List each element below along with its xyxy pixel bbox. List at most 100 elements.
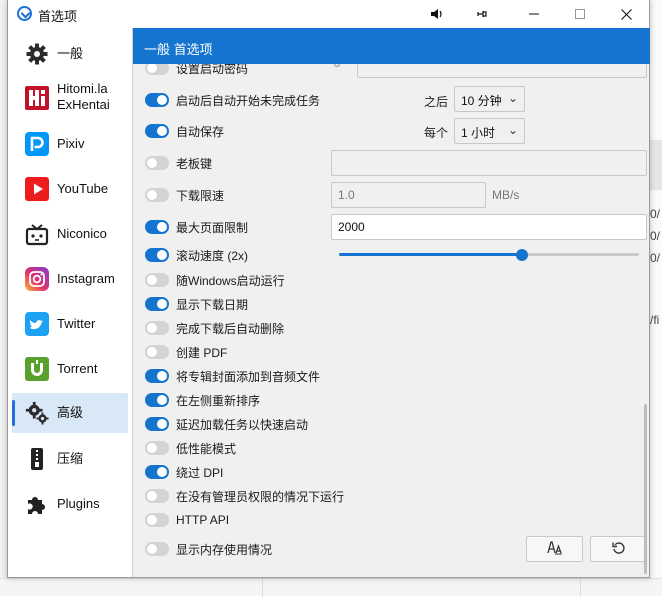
gear-icon [25, 42, 49, 66]
background-text: 0/ [650, 229, 661, 243]
setting-row-boss-key: 老板键 [145, 152, 212, 174]
background-panel [648, 0, 662, 596]
max-page-field[interactable]: 2000 [331, 214, 647, 240]
delay-load-toggle[interactable] [145, 417, 169, 431]
windows-start-toggle[interactable] [145, 273, 169, 287]
chevron-down-icon: ⌄ [507, 123, 518, 137]
left-sort-toggle[interactable] [145, 393, 169, 407]
sidebar-item-youtube[interactable]: YouTube [12, 169, 128, 209]
create-pdf-toggle[interactable] [145, 345, 169, 359]
sidebar-item-pixiv[interactable]: Pixiv [12, 124, 128, 164]
setting-label: 在没有管理员权限的情况下运行 [176, 489, 345, 504]
setting-label: 随Windows启动运行 [176, 273, 285, 288]
setting-label: 显示内存使用情况 [176, 542, 273, 557]
http-api-toggle[interactable] [145, 513, 169, 527]
setting-row-create-pdf: 创建 PDF [145, 341, 227, 363]
bypass-dpi-toggle[interactable] [145, 465, 169, 479]
chevron-down-icon: ⌄ [507, 91, 518, 105]
setting-row-left-sort: 在左侧重新排序 [145, 389, 260, 411]
setting-row-show-memory: 显示内存使用情况 [145, 538, 272, 560]
sidebar-item-label: Torrent [57, 361, 98, 376]
auto-start-toggle[interactable] [145, 93, 169, 107]
setting-label: 滚动速度 (2x) [176, 248, 249, 263]
after-label: 之后 [424, 95, 449, 109]
show-memory-toggle[interactable] [145, 542, 169, 556]
password-field[interactable] [357, 64, 647, 78]
sidebar-item-general[interactable]: 一般 [12, 34, 128, 74]
boss-key-toggle[interactable] [145, 156, 169, 170]
boss-key-field[interactable] [331, 150, 647, 176]
scroll-speed-slider-fill [339, 253, 522, 256]
sidebar-item-label: Hitomi.la ExHentai [57, 81, 110, 112]
speed-limit-field[interactable]: 1.0 [331, 182, 486, 208]
after-select[interactable]: 10 分钟 ⌄ [454, 86, 525, 112]
font-icon [546, 540, 563, 558]
minimize-icon[interactable] [511, 0, 557, 28]
speed-limit-toggle[interactable] [145, 188, 169, 202]
puzzle-icon [25, 492, 49, 516]
setting-label: 启动后自动开始未完成任务 [176, 93, 321, 108]
setting-label: 绕过 DPI [176, 465, 224, 480]
advanced-gear-icon [25, 401, 49, 425]
sidebar-item-plugins[interactable]: Plugins [12, 484, 128, 524]
setting-row-bypass-dpi: 绕过 DPI [145, 461, 223, 483]
app-logo-icon [17, 6, 32, 21]
scrollbar[interactable] [644, 404, 647, 574]
auto-save-toggle[interactable] [145, 124, 169, 138]
auto-delete-toggle[interactable] [145, 321, 169, 335]
setting-label: 创建 PDF [176, 345, 228, 360]
max-page-toggle[interactable] [145, 220, 169, 234]
setting-row-speed-limit: 下载限速 [145, 184, 224, 206]
maximize-icon[interactable] [557, 0, 603, 28]
eye-off-icon[interactable] [329, 64, 345, 72]
reset-button[interactable] [590, 536, 647, 562]
scroll-speed-slider-thumb[interactable] [516, 249, 528, 261]
no-admin-toggle[interactable] [145, 489, 169, 503]
settings-scroll-area[interactable]: 设置启动密码 启动后自动开始未完成任务 之后 10 分钟 ⌄ 自动保存 每个 1… [133, 64, 650, 577]
active-indicator [12, 400, 15, 426]
page-title: 一般 首选项 [133, 28, 650, 64]
setting-row-delay-load: 延迟加载任务以快速启动 [145, 413, 308, 435]
zip-icon [25, 447, 49, 471]
sidebar-item-label: Pixiv [57, 136, 85, 151]
speaker-icon[interactable] [413, 0, 459, 28]
settings-panel: 一般 首选项 设置启动密码 启动后自动开始未完成任务 之后 10 分钟 ⌄ 自动… [132, 28, 650, 577]
scroll-speed-toggle[interactable] [145, 248, 169, 262]
torrent-icon [25, 357, 49, 381]
setting-row-auto-delete: 完成下载后自动删除 [145, 317, 284, 339]
setting-label: 设置启动密码 [176, 64, 249, 76]
after-select-value: 10 分钟 [461, 94, 502, 108]
hitomi-icon [25, 86, 49, 110]
preferences-window: 首选项 一般 Hitomi.la ExHentai Pixiv YouTube … [7, 0, 650, 578]
show-date-toggle[interactable] [145, 297, 169, 311]
sidebar-item-torrent[interactable]: Torrent [12, 349, 128, 389]
password-toggle[interactable] [145, 64, 169, 75]
background-text: /fi [650, 313, 660, 327]
sidebar-item-niconico[interactable]: Niconico [12, 214, 128, 254]
setting-row-no-admin: 在没有管理员权限的情况下运行 [145, 485, 344, 507]
sidebar-item-label: Instagram [57, 271, 115, 286]
sidebar-item-twitter[interactable]: Twitter [12, 304, 128, 344]
window-title: 首选项 [38, 9, 78, 24]
sidebar-item-label: 压缩 [57, 451, 84, 466]
setting-row-show-date: 显示下载日期 [145, 293, 248, 315]
pin-icon[interactable] [459, 0, 505, 28]
setting-label: 自动保存 [176, 124, 225, 139]
setting-row-low-perf: 低性能模式 [145, 437, 236, 459]
close-icon[interactable] [603, 0, 649, 28]
every-select[interactable]: 1 小时 ⌄ [454, 118, 525, 144]
low-perf-toggle[interactable] [145, 441, 169, 455]
sidebar-item-instagram[interactable]: Instagram [12, 259, 128, 299]
sidebar-item-label: Plugins [57, 496, 100, 511]
sidebar-item-advanced[interactable]: 高级 [12, 393, 128, 433]
font-button[interactable] [526, 536, 583, 562]
setting-row-album-cover: 将专辑封面添加到音频文件 [145, 365, 320, 387]
setting-row-windows-start: 随Windows启动运行 [145, 269, 285, 291]
background-text: 0/ [650, 207, 661, 221]
album-cover-toggle[interactable] [145, 369, 169, 383]
sidebar-item-compress[interactable]: 压缩 [12, 439, 128, 479]
sidebar-item-hitomi[interactable]: Hitomi.la ExHentai [12, 76, 128, 120]
setting-label: 完成下载后自动删除 [176, 321, 285, 336]
every-select-value: 1 小时 [461, 126, 496, 140]
youtube-icon [25, 177, 49, 201]
